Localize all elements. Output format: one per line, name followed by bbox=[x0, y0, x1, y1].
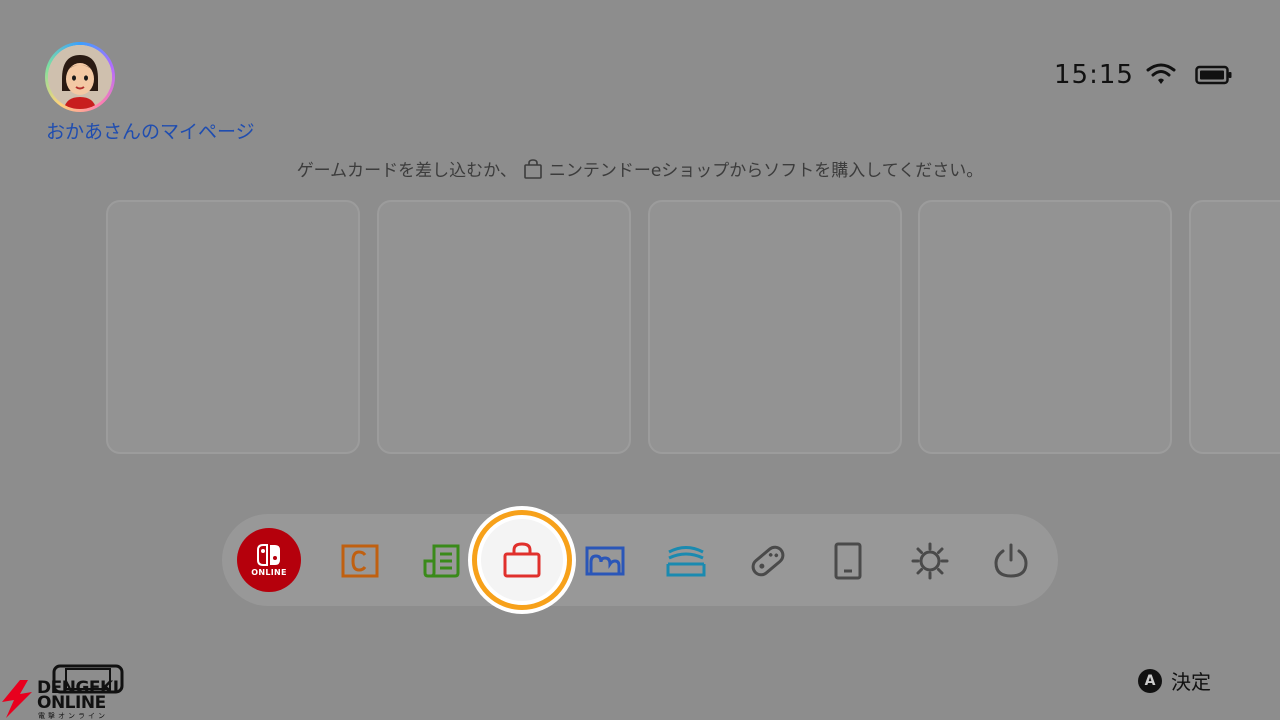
news-channel-button[interactable] bbox=[330, 531, 390, 591]
switch-logo-icon bbox=[257, 543, 280, 566]
home-screen: おかあさんのマイページ 15:15 ゲームカードを差し込むか、 ニンテンドーeショ… bbox=[0, 0, 1280, 720]
mii-icon bbox=[48, 45, 112, 109]
news-button[interactable] bbox=[412, 531, 472, 591]
confirm-label: 決定 bbox=[1171, 670, 1211, 694]
joy-con-button[interactable] bbox=[738, 531, 798, 591]
watermark-line-3: 電撃オンライン bbox=[38, 712, 108, 720]
message-part-1: ゲームカードを差し込むか、 bbox=[296, 161, 517, 181]
nintendo-eshop-button[interactable] bbox=[468, 506, 576, 614]
nintendo-switch-online-button[interactable]: ONLINE bbox=[237, 528, 301, 592]
confirm-hint[interactable]: A 決定 bbox=[1138, 666, 1211, 695]
software-tile-empty[interactable] bbox=[918, 200, 1172, 454]
controllers-button[interactable] bbox=[656, 531, 716, 591]
lightning-logo-icon bbox=[2, 680, 32, 718]
newspaper-icon bbox=[423, 544, 460, 578]
battery-icon bbox=[1195, 65, 1232, 85]
mii-face bbox=[48, 45, 112, 109]
power-button[interactable] bbox=[981, 531, 1041, 591]
selection-ring bbox=[472, 510, 572, 610]
clock: 15:15 bbox=[1054, 60, 1134, 90]
a-button-icon: A bbox=[1138, 668, 1162, 693]
power-icon bbox=[994, 543, 1028, 578]
card-slot-icon bbox=[666, 546, 706, 577]
album-icon bbox=[585, 546, 625, 576]
software-tile-empty[interactable] bbox=[106, 200, 360, 454]
software-tile-row bbox=[106, 200, 1280, 456]
album-button[interactable] bbox=[575, 531, 635, 591]
wifi-icon bbox=[1146, 63, 1176, 84]
eshop-core bbox=[481, 519, 563, 601]
dengeki-online-watermark: DENGEKI ONLINE 電撃オンライン bbox=[0, 662, 130, 720]
news-c-icon bbox=[341, 544, 379, 578]
shopping-bag-icon bbox=[503, 542, 541, 578]
system-settings-button[interactable] bbox=[900, 531, 960, 591]
message-part-2: ニンテンドーeショップからソフトを購入してください。 bbox=[548, 161, 984, 181]
software-tile-empty[interactable] bbox=[1189, 200, 1280, 454]
watermark-line-2: ONLINE bbox=[37, 693, 106, 713]
shopping-bag-icon bbox=[523, 159, 543, 184]
online-label: ONLINE bbox=[251, 567, 287, 577]
software-tile-empty[interactable] bbox=[648, 200, 902, 454]
tablet-icon bbox=[834, 542, 862, 580]
software-tile-empty[interactable] bbox=[377, 200, 631, 454]
user-avatar[interactable] bbox=[45, 42, 115, 112]
gear-icon bbox=[911, 542, 949, 580]
profile-name-link[interactable]: おかあさんのマイページ bbox=[46, 117, 255, 144]
controller-icon bbox=[751, 545, 785, 577]
insert-card-message: ゲームカードを差し込むか、 ニンテンドーeショップからソフトを購入してください。 bbox=[0, 156, 1280, 184]
sleep-screen-button[interactable] bbox=[818, 531, 878, 591]
